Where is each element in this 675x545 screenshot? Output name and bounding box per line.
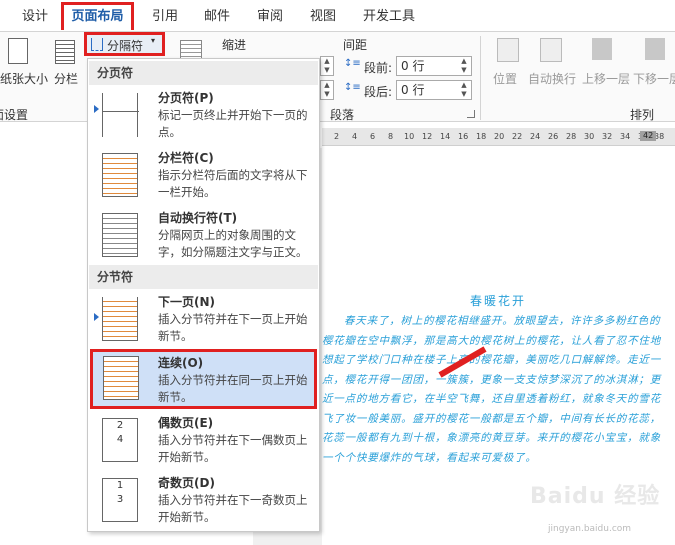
- document-title[interactable]: 春暖花开: [470, 292, 526, 309]
- columns-label[interactable]: 分栏: [54, 70, 78, 87]
- menu-item-column-break[interactable]: 分栏符(C) 指示分栏符后面的文字将从下一栏开始。: [90, 147, 317, 205]
- text-wrapping-break-icon: [102, 213, 138, 257]
- breaks-label: 分隔符: [107, 39, 144, 53]
- ruler-tick: 30: [584, 132, 595, 141]
- ruler-tick: 18: [476, 132, 487, 141]
- menu-item-page-break[interactable]: 分页符(P) 标记一页终止并开始下一页的点。: [90, 87, 317, 145]
- ruler-tick: 4: [352, 132, 358, 141]
- menu-item-desc: 插入分节符并在同一页上开始新节。: [158, 373, 308, 404]
- menu-item-text-wrapping-break[interactable]: 自动换行符(T) 分隔网页上的对象周围的文字，如分隔题注文字与正文。: [90, 207, 317, 265]
- ruler-tick: 16: [458, 132, 469, 141]
- page-breaks-header: 分页符: [89, 61, 318, 85]
- after-spacing-icon: ↕≡: [344, 82, 361, 93]
- menu-item-title: 分页符(P): [158, 91, 214, 105]
- group-divider: [480, 36, 481, 120]
- breaks-dropdown-menu: 分页符 分页符(P) 标记一页终止并开始下一页的点。 分栏符(C) 指示分栏符后…: [87, 58, 320, 532]
- indent-label: 缩进: [222, 38, 247, 52]
- menu-item-title: 偶数页(E): [158, 416, 214, 430]
- menu-item-title: 连续(O): [158, 356, 204, 370]
- pointer-icon: [94, 313, 99, 321]
- columns-icon[interactable]: [55, 40, 75, 64]
- page-setup-group-label: 页面设置: [0, 108, 29, 122]
- ruler-tick: 10: [404, 132, 415, 141]
- send-backward-icon[interactable]: [645, 38, 665, 60]
- tab-mailings[interactable]: 邮件: [200, 6, 234, 28]
- continuous-break-icon: [103, 356, 139, 400]
- paper-size-label[interactable]: 纸张大小: [0, 70, 48, 87]
- menu-item-odd-page[interactable]: 13 奇数页(D) 插入分节符并在下一奇数页上开始新节。: [90, 472, 317, 530]
- menu-item-desc: 标记一页终止并开始下一页的点。: [158, 108, 308, 139]
- menu-item-title: 分栏符(C): [158, 151, 214, 165]
- ruler-tick: 22: [512, 132, 523, 141]
- tab-view[interactable]: 视图: [306, 6, 340, 28]
- ruler-tick: 20: [494, 132, 505, 141]
- ruler-tick: 14: [440, 132, 451, 141]
- dialog-launcher-icon[interactable]: [467, 110, 475, 118]
- spacing-label: 间距: [343, 38, 368, 52]
- tab-review[interactable]: 审阅: [253, 6, 287, 28]
- odd-page-break-icon: 13: [102, 478, 138, 522]
- ruler-tick: 32: [602, 132, 613, 141]
- menu-item-desc: 插入分节符并在下一页上开始新节。: [158, 312, 308, 343]
- baidu-watermark-logo: Baidu 经验: [530, 484, 661, 509]
- menu-item-desc: 指示分栏符后面的文字将从下一栏开始。: [158, 168, 308, 199]
- menu-item-title: 下一页(N): [158, 295, 216, 309]
- menu-item-desc: 插入分节符并在下一偶数页上开始新节。: [158, 433, 308, 464]
- tab-page-layout[interactable]: 页面布局: [61, 2, 134, 30]
- tab-developer[interactable]: 开发工具: [360, 6, 418, 28]
- bring-forward-icon[interactable]: [592, 38, 612, 60]
- paper-size-icon[interactable]: [8, 38, 28, 64]
- position-label[interactable]: 位置: [493, 70, 517, 87]
- section-breaks-header: 分节符: [89, 265, 318, 289]
- menu-item-continuous[interactable]: 连续(O) 插入分节符并在同一页上开始新节。: [90, 349, 317, 409]
- before-spacing-icon: ↕≡: [344, 58, 361, 69]
- next-page-break-icon: [102, 297, 138, 341]
- tab-references[interactable]: 引用: [148, 6, 182, 28]
- wrap-text-icon[interactable]: [540, 38, 562, 62]
- menu-item-next-page[interactable]: 下一页(N) 插入分节符并在下一页上开始新节。: [90, 291, 317, 349]
- arrange-group-label: 排列: [630, 108, 655, 122]
- ruler-tick: 26: [548, 132, 559, 141]
- document-body[interactable]: 春天来了，树上的樱花相继盛开。放眼望去，许许多多粉红色的樱花瓣在空中飘浮，那是高…: [322, 312, 662, 468]
- ruler-tick: 8: [388, 132, 394, 141]
- baidu-watermark-url: jingyan.baidu.com: [548, 524, 632, 534]
- bring-forward-label[interactable]: 上移一层: [582, 70, 630, 87]
- after-label: 段后:: [364, 85, 393, 99]
- before-spacing-input[interactable]: 0 行 ▲ ▼: [396, 56, 472, 76]
- page-break-icon: [91, 38, 103, 51]
- indent-left-stepper[interactable]: ▲ ▼: [320, 56, 334, 76]
- menu-item-desc: 分隔网页上的对象周围的文字，如分隔题注文字与正文。: [158, 228, 308, 259]
- even-page-break-icon: 24: [102, 418, 138, 462]
- menu-item-even-page[interactable]: 24 偶数页(E) 插入分节符并在下一偶数页上开始新节。: [90, 412, 317, 470]
- ribbon-tab-bar: 设计 页面布局 引用 邮件 审阅 视图 开发工具: [0, 0, 675, 32]
- after-spacing-input[interactable]: 0 行 ▲ ▼: [396, 80, 472, 100]
- before-label: 段前:: [364, 61, 393, 75]
- page-break-icon: [102, 93, 139, 137]
- ruler-tick: 12: [422, 132, 433, 141]
- indent-right-stepper[interactable]: ▲ ▼: [320, 80, 334, 100]
- paragraph-group-label: 段落: [330, 108, 355, 122]
- ruler-tick: 34: [620, 132, 631, 141]
- menu-item-title: 自动换行符(T): [158, 211, 238, 225]
- wrap-text-label[interactable]: 自动换行: [528, 70, 576, 87]
- tab-design[interactable]: 设计: [18, 6, 52, 28]
- position-icon[interactable]: [497, 38, 519, 62]
- ruler-tick-right-margin: 42: [640, 131, 657, 141]
- ruler-tick: 28: [566, 132, 577, 141]
- breaks-button[interactable]: 分隔符 ▾: [84, 32, 165, 56]
- menu-item-desc: 插入分节符并在下一奇数页上开始新节。: [158, 493, 308, 524]
- send-backward-label[interactable]: 下移一层: [633, 70, 675, 87]
- ruler-tick: 24: [530, 132, 541, 141]
- column-break-icon: [102, 153, 138, 197]
- horizontal-ruler[interactable]: 2 4 6 8 10 12 14 16 18 20 22 24 26 28 30…: [322, 128, 675, 146]
- ruler-tick: 6: [370, 132, 376, 141]
- chevron-down-icon: ▾: [151, 36, 156, 45]
- ruler-tick: 2: [334, 132, 340, 141]
- menu-item-title: 奇数页(D): [158, 476, 215, 490]
- line-numbers-icon[interactable]: [180, 40, 202, 60]
- pointer-icon: [94, 105, 99, 113]
